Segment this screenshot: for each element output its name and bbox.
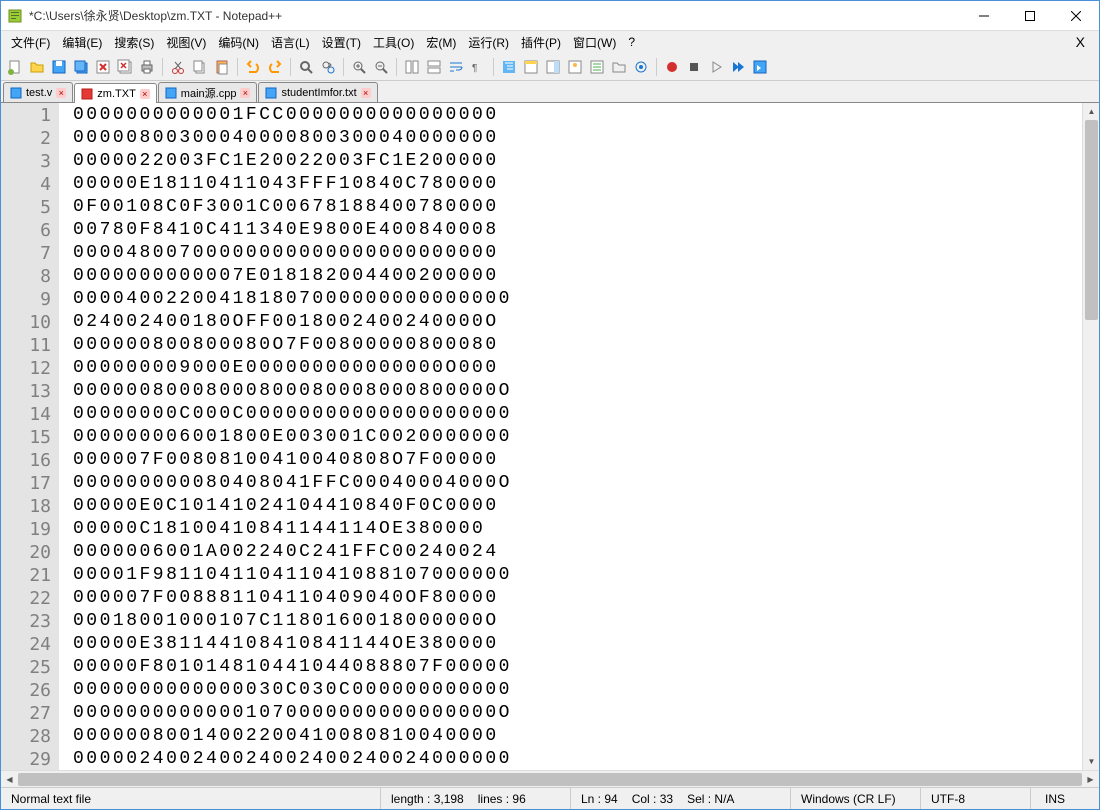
folder-workspace-icon[interactable]	[609, 57, 629, 77]
menu-language[interactable]: 语言(L)	[265, 32, 316, 53]
close-file-icon[interactable]	[93, 57, 113, 77]
wrap-icon[interactable]	[446, 57, 466, 77]
doc-list-icon[interactable]	[565, 57, 585, 77]
zoom-in-icon[interactable]	[349, 57, 369, 77]
tab-label: studentImfor.txt	[281, 87, 356, 99]
menu-plugins[interactable]: 插件(P)	[515, 32, 567, 53]
status-mode: INS	[1031, 788, 1079, 809]
tab-zm-txt[interactable]: zm.TXT ×	[74, 83, 157, 103]
close-all-icon[interactable]	[115, 57, 135, 77]
scrollbar-thumb[interactable]	[1085, 120, 1098, 320]
menu-bar: 文件(F) 编辑(E) 搜索(S) 视图(V) 编码(N) 语言(L) 设置(T…	[1, 31, 1099, 53]
scroll-down-icon[interactable]: ▼	[1083, 753, 1099, 770]
tab-bar: test.v × zm.TXT × main源.cpp × studentImf…	[1, 81, 1099, 103]
window-title: *C:\Users\徐永贤\Desktop\zm.TXT - Notepad++	[29, 7, 961, 24]
close-button[interactable]	[1053, 1, 1099, 31]
user-lang-icon[interactable]	[521, 57, 541, 77]
status-eol: Windows (CR LF)	[791, 788, 921, 809]
copy-icon[interactable]	[190, 57, 210, 77]
menu-view[interactable]: 视图(V)	[160, 32, 212, 53]
scroll-up-icon[interactable]: ▲	[1083, 103, 1099, 120]
file-modified-icon	[81, 88, 93, 100]
monitor-icon[interactable]	[631, 57, 651, 77]
func-list-icon[interactable]	[587, 57, 607, 77]
tab-test-v[interactable]: test.v ×	[3, 82, 73, 102]
code-area[interactable]: 0000000000001FCC000000000000000000000800…	[59, 103, 1082, 770]
save-icon[interactable]	[49, 57, 69, 77]
menu-search[interactable]: 搜索(S)	[108, 32, 160, 53]
redo-icon[interactable]	[265, 57, 285, 77]
editor-area: 1234567891011121314151617181920212223242…	[1, 103, 1099, 770]
print-icon[interactable]	[137, 57, 157, 77]
status-position: Ln : 94 Col : 33 Sel : N/A	[571, 788, 791, 809]
menu-macro[interactable]: 宏(M)	[420, 32, 462, 53]
sync-v-icon[interactable]	[402, 57, 422, 77]
replace-icon[interactable]	[318, 57, 338, 77]
menu-tools[interactable]: 工具(O)	[367, 32, 420, 53]
horizontal-scrollbar[interactable]: ◀ ▶	[1, 770, 1099, 787]
play-multi-icon[interactable]	[728, 57, 748, 77]
tab-close-icon[interactable]: ×	[361, 88, 371, 98]
file-icon	[165, 87, 177, 99]
tab-close-icon[interactable]: ×	[240, 88, 250, 98]
indent-guide-icon[interactable]	[499, 57, 519, 77]
tab-label: test.v	[26, 87, 52, 99]
scroll-right-icon[interactable]: ▶	[1082, 771, 1099, 788]
menu-file[interactable]: 文件(F)	[5, 32, 56, 53]
find-icon[interactable]	[296, 57, 316, 77]
tab-main-cpp[interactable]: main源.cpp ×	[158, 82, 258, 102]
maximize-button[interactable]	[1007, 1, 1053, 31]
menu-run[interactable]: 运行(R)	[462, 32, 515, 53]
show-all-chars-icon[interactable]: ¶	[468, 57, 488, 77]
tab-close-icon[interactable]: ×	[56, 88, 66, 98]
tab-student-txt[interactable]: studentImfor.txt ×	[258, 82, 377, 102]
tab-label: zm.TXT	[97, 88, 136, 100]
play-icon[interactable]	[706, 57, 726, 77]
menu-x-icon[interactable]: X	[1066, 34, 1095, 50]
doc-map-icon[interactable]	[543, 57, 563, 77]
tab-close-icon[interactable]: ×	[140, 89, 150, 99]
sync-h-icon[interactable]	[424, 57, 444, 77]
app-icon	[7, 8, 23, 24]
scroll-left-icon[interactable]: ◀	[1, 771, 18, 788]
scrollbar-thumb[interactable]	[18, 773, 1082, 786]
tab-label: main源.cpp	[181, 85, 237, 101]
status-filetype: Normal text file	[1, 788, 381, 809]
save-macro-icon[interactable]	[750, 57, 770, 77]
status-encoding: UTF-8	[921, 788, 1031, 809]
paste-icon[interactable]	[212, 57, 232, 77]
zoom-out-icon[interactable]	[371, 57, 391, 77]
toolbar: ¶	[1, 53, 1099, 81]
status-length: length : 3,198 lines : 96	[381, 788, 571, 809]
menu-settings[interactable]: 设置(T)	[316, 32, 367, 53]
record-icon[interactable]	[662, 57, 682, 77]
file-icon	[265, 87, 277, 99]
undo-icon[interactable]	[243, 57, 263, 77]
save-all-icon[interactable]	[71, 57, 91, 77]
title-bar: *C:\Users\徐永贤\Desktop\zm.TXT - Notepad++	[1, 1, 1099, 31]
svg-text:¶: ¶	[472, 63, 477, 74]
menu-encoding[interactable]: 编码(N)	[212, 32, 265, 53]
new-file-icon[interactable]	[5, 57, 25, 77]
minimize-button[interactable]	[961, 1, 1007, 31]
open-file-icon[interactable]	[27, 57, 47, 77]
menu-window[interactable]: 窗口(W)	[567, 32, 622, 53]
stop-record-icon[interactable]	[684, 57, 704, 77]
status-bar: Normal text file length : 3,198 lines : …	[1, 787, 1099, 809]
file-icon	[10, 87, 22, 99]
menu-help[interactable]: ?	[622, 33, 641, 51]
line-number-gutter: 1234567891011121314151617181920212223242…	[1, 103, 59, 770]
vertical-scrollbar[interactable]: ▲ ▼	[1082, 103, 1099, 770]
cut-icon[interactable]	[168, 57, 188, 77]
menu-edit[interactable]: 编辑(E)	[56, 32, 108, 53]
